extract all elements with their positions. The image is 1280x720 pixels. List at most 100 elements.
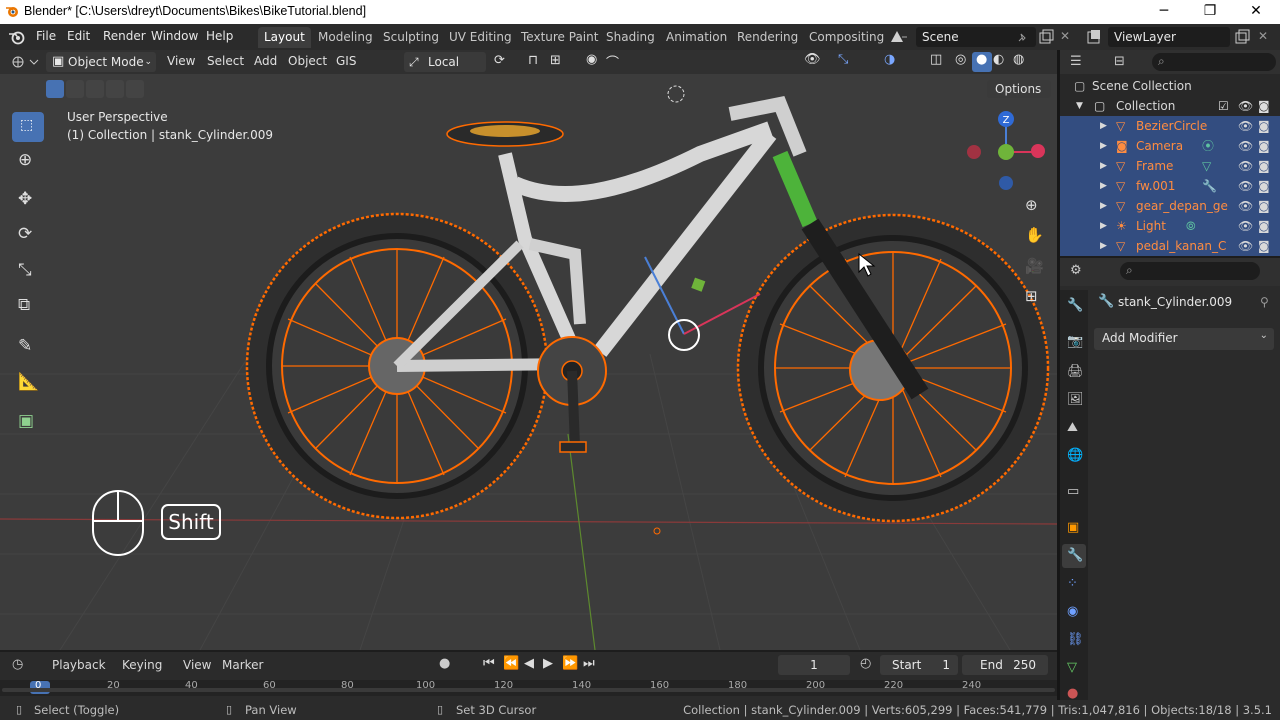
camera-render-icon[interactable]: ◙ <box>1258 216 1270 236</box>
view-layer-icon[interactable] <box>1086 29 1102 45</box>
move-tool-icon[interactable]: ✥ <box>18 189 32 209</box>
rendered-shading-icon[interactable]: ◍ <box>1013 52 1024 67</box>
eye-icon[interactable]: 👁 <box>1238 156 1253 176</box>
transform-tool-icon[interactable]: ⧉ <box>18 295 30 315</box>
particles-tab-icon[interactable]: ⁘ <box>1067 576 1078 591</box>
collection-checkbox[interactable]: ☑ <box>1218 96 1229 116</box>
viewport-menu-object[interactable]: Object <box>288 54 327 68</box>
pan-hand-icon[interactable]: ✋ <box>1025 226 1044 244</box>
minimize-button[interactable]: ─ <box>1141 0 1187 24</box>
pin-icon[interactable] <box>1016 31 1028 43</box>
outliner-item[interactable]: ▶ ▽ gear_depan_ge 👁 ◙ <box>1060 196 1280 216</box>
menu-edit[interactable]: Edit <box>67 29 90 43</box>
expand-right-icon[interactable]: ▶ <box>1100 116 1107 136</box>
menu-render[interactable]: Render <box>103 29 146 43</box>
view-layer-tab-icon[interactable]: 🖼 <box>1067 392 1084 407</box>
annotate-tool-icon[interactable]: ✎ <box>18 336 32 356</box>
outliner-scene-collection[interactable]: ▢ Scene Collection <box>1060 76 1280 96</box>
editor-type-icon[interactable] <box>10 54 40 70</box>
camera-render-icon[interactable]: ◙ <box>1258 96 1270 116</box>
tool-tab-icon[interactable]: 🔧 <box>1067 298 1083 313</box>
viewport-menu-add[interactable]: Add <box>254 54 277 68</box>
camera-render-icon[interactable]: ◙ <box>1258 116 1270 136</box>
expand-right-icon[interactable]: ▶ <box>1100 196 1107 216</box>
outliner-editor-icon[interactable]: ☰ <box>1070 54 1082 69</box>
new-scene-icon[interactable] <box>1038 29 1054 45</box>
eye-icon[interactable]: 👁 <box>1238 216 1253 236</box>
ortho-toggle-icon[interactable]: ⊞ <box>1025 287 1038 305</box>
menu-window[interactable]: Window <box>151 29 198 43</box>
timeline-menu-playback[interactable]: Playback <box>52 658 106 672</box>
timeline-scrollbar[interactable] <box>2 688 1055 692</box>
physics-tab-icon[interactable]: ◉ <box>1067 604 1078 619</box>
navigation-gizmo[interactable]: Z <box>967 111 1045 190</box>
expand-right-icon[interactable]: ▶ <box>1100 136 1107 156</box>
delete-view-layer-icon[interactable]: ✕ <box>1258 29 1268 43</box>
jump-end-icon[interactable]: ⏭ <box>583 656 595 671</box>
outliner-item[interactable]: ▶ ◙ Camera ⦿ 👁 ◙ <box>1060 136 1280 156</box>
menu-file[interactable]: File <box>36 29 56 43</box>
3d-viewport[interactable]: Shift Z User Perspective (1) Collection … <box>0 74 1057 650</box>
start-frame-field[interactable]: Start 1 <box>880 655 958 675</box>
record-icon[interactable]: ● <box>439 656 450 671</box>
options-dropdown[interactable]: Options <box>987 80 1051 98</box>
jump-start-icon[interactable]: ⏮ <box>483 656 495 671</box>
proportional-edit-icon[interactable]: ◉ <box>586 52 597 67</box>
falloff-icon[interactable]: ⌒ <box>606 52 619 71</box>
delete-scene-icon[interactable]: ✕ <box>1060 29 1070 43</box>
restore-button[interactable]: ❐ <box>1187 0 1233 24</box>
scene-selector-icon[interactable] <box>888 28 912 46</box>
prev-keyframe-icon[interactable]: ⏪ <box>503 656 519 671</box>
tab-compositing[interactable]: Compositing <box>803 27 890 48</box>
add-cube-tool-icon[interactable]: ▣ <box>18 411 34 431</box>
tab-animation[interactable]: Animation <box>660 27 733 48</box>
eye-icon[interactable]: 👁 <box>1238 196 1253 216</box>
outliner-item[interactable]: ▶ ▽ pedal_kanan_C 👁 ◙ <box>1060 236 1280 256</box>
xray-icon[interactable]: ◫ <box>930 52 942 67</box>
camera-render-icon[interactable]: ◙ <box>1258 136 1270 156</box>
timeline-ruler[interactable]: 0 20 40 60 80 100 120 140 160 180 200 22… <box>0 680 1057 696</box>
eye-icon[interactable]: 👁 <box>1238 136 1253 156</box>
tab-uv-editing[interactable]: UV Editing <box>443 27 518 48</box>
expand-down-icon[interactable]: ▼ <box>1076 96 1083 116</box>
viewport-menu-gis[interactable]: GIS <box>336 54 356 68</box>
visibility-icon[interactable]: 👁 <box>804 52 821 67</box>
current-frame-field[interactable]: 1 <box>778 655 850 675</box>
world-tab-icon[interactable]: 🌐 <box>1067 448 1083 463</box>
pin-icon[interactable]: ⚲ <box>1260 295 1269 309</box>
camera-render-icon[interactable]: ◙ <box>1258 236 1270 256</box>
select-subtract-icon[interactable] <box>86 80 104 98</box>
properties-search-input[interactable]: ⌕ <box>1120 262 1260 280</box>
outliner-search-input[interactable]: ⌕ <box>1152 53 1276 71</box>
blender-menu-icon[interactable] <box>8 29 26 45</box>
outliner-item[interactable]: ▶ ▽ BezierCircle 👁 ◙ <box>1060 116 1280 136</box>
scale-tool-icon[interactable]: ⤡ <box>18 260 32 280</box>
select-invert-icon[interactable] <box>106 80 124 98</box>
scene-tab-icon[interactable]: ⛰ <box>1067 420 1078 435</box>
tab-sculpting[interactable]: Sculpting <box>377 27 445 48</box>
gizmo-toggle-icon[interactable]: ⤡ <box>838 52 848 67</box>
end-frame-field[interactable]: End 250 <box>962 655 1048 675</box>
outliner-item[interactable]: ▶ ▽ Frame ▽ 👁 ◙ <box>1060 156 1280 176</box>
overlays-icon[interactable]: ◑ <box>884 52 895 67</box>
camera-render-icon[interactable]: ◙ <box>1258 176 1270 196</box>
eye-icon[interactable]: 👁 <box>1238 176 1253 196</box>
play-icon[interactable]: ▶ <box>543 656 553 671</box>
add-modifier-dropdown[interactable]: Add Modifier ⌄ <box>1094 328 1274 350</box>
measure-tool-icon[interactable]: 📐 <box>18 372 39 392</box>
collection-tab-icon[interactable]: ▭ <box>1067 484 1079 499</box>
select-intersect-icon[interactable] <box>126 80 144 98</box>
eye-icon[interactable]: 👁 <box>1238 116 1253 136</box>
cursor-tool-icon[interactable]: ⊕ <box>18 150 32 170</box>
output-tab-icon[interactable]: 🖨 <box>1067 364 1084 379</box>
transform-orientation-dropdown[interactable]: ⤢ Local <box>404 52 486 72</box>
snap-target-icon[interactable]: ⊞ <box>550 53 561 68</box>
data-tab-icon[interactable]: ▽ <box>1067 660 1077 675</box>
expand-right-icon[interactable]: ▶ <box>1100 176 1107 196</box>
object-tab-icon[interactable]: ▣ <box>1067 520 1079 535</box>
timeline-menu-view[interactable]: View <box>183 658 211 672</box>
timeline-menu-keying[interactable]: Keying <box>122 658 162 672</box>
tab-rendering[interactable]: Rendering <box>731 27 804 48</box>
tab-modeling[interactable]: Modeling <box>312 27 379 48</box>
properties-editor-icon[interactable]: ⚙ <box>1070 263 1082 278</box>
